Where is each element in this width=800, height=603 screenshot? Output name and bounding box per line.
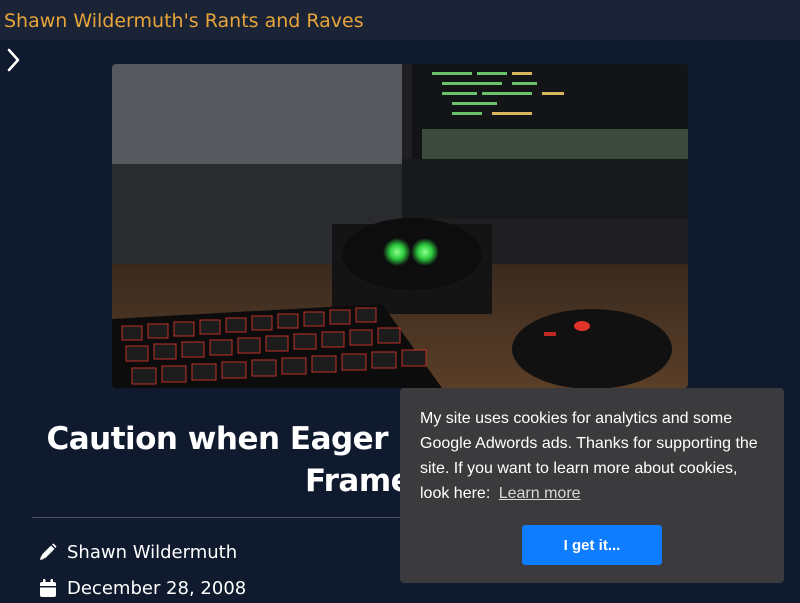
date-text: December 28, 2008 [67,577,247,599]
post-date: December 28, 2008 [38,575,246,601]
cookie-banner: My site uses cookies for analytics and s… [400,388,784,583]
learn-more-link[interactable]: Learn more [499,485,581,502]
calendar-icon [38,578,58,598]
top-bar: Shawn Wildermuth's Rants and Raves [0,0,800,40]
post-author: Shawn Wildermuth [38,539,237,565]
chevron-right-icon[interactable] [4,47,24,73]
hero-image [112,64,688,388]
site-title[interactable]: Shawn Wildermuth's Rants and Raves [4,10,364,32]
cookie-message: My site uses cookies for analytics and s… [420,410,758,502]
cookie-accept-button[interactable]: I get it... [522,525,662,565]
author-name[interactable]: Shawn Wildermuth [67,542,237,563]
cookie-message-block: My site uses cookies for analytics and s… [420,406,764,506]
pencil-icon [38,542,58,562]
